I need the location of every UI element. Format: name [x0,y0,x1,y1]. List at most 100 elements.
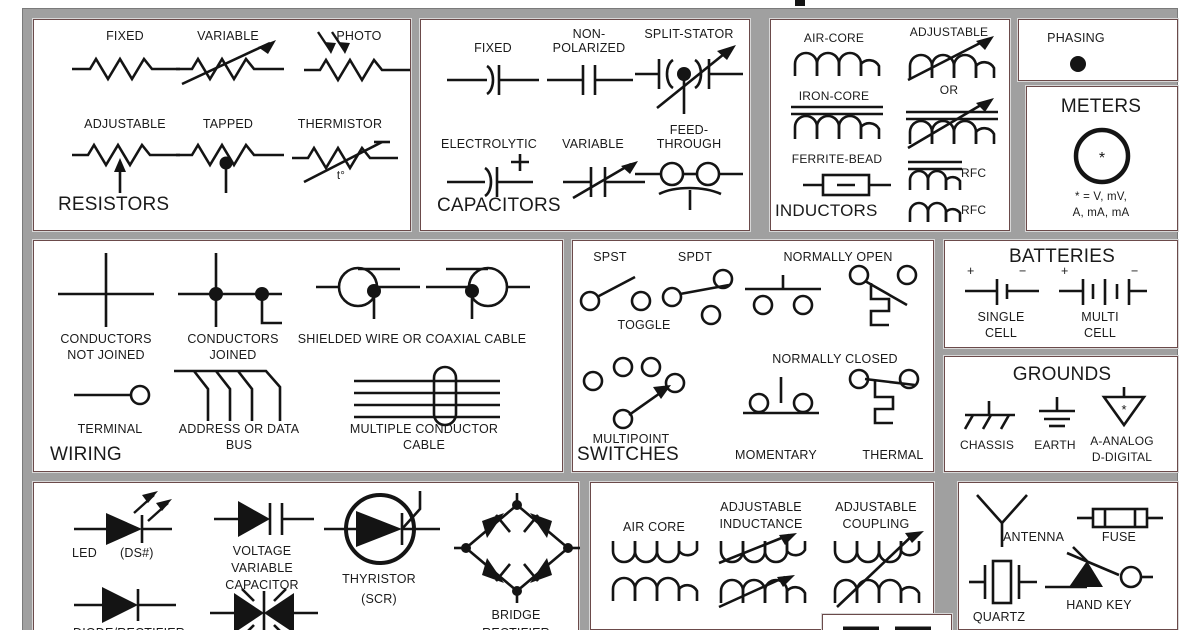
section-title-wiring: WIRING [50,444,122,465]
switch-multipoint-icon [582,353,687,433]
ground-label-digital: D-DIGITAL [1091,450,1153,464]
misc-label-fuse: FUSE [1101,530,1137,544]
resistor-photo-icon [302,30,414,86]
rfc-air-core-icon [908,200,962,224]
varactor-label-l2: VARIABLE [231,561,293,575]
battery-single-plus: + [967,264,975,278]
schematic-symbols-chart: FIXED VARIABLE PHOTO ADJUSTABLE TAPPED T… [0,0,1200,630]
panel-nested-bottom [821,613,953,630]
ferrite-bead-icon [801,172,893,198]
switch-label-spdt: SPDT [677,250,713,264]
capacitor-label-variable: VARIABLE [562,137,624,151]
battery-single-minus: − [1019,264,1027,278]
meter-legend-line2: A, mA, mA [1072,207,1130,219]
wiring-label-joined-l1: CONDUCTORS [187,332,279,346]
inductor-label-or: OR [939,83,959,97]
switch-spst-icon [579,273,655,313]
panel-semiconductors: LED (DS#) VOLTAGE VARIABLE CAPACITOR THY… [32,481,582,630]
svg-text:*: * [1099,150,1105,167]
panel-inductors: AIR-CORE ADJUSTABLE IRON-CORE OR FERRITE… [769,18,1011,232]
wiring-label-not-joined-l2: NOT JOINED [67,348,145,362]
wiring-label-terminal: TERMINAL [77,422,143,436]
resistor-label-fixed: FIXED [106,29,144,43]
thyristor-label-l2: (SCR) [361,592,397,606]
inductor-label-iron-core: IRON-CORE [798,89,870,103]
resistor-label-tapped: TAPPED [202,117,254,131]
svg-text:*: * [1121,402,1126,417]
fuse-icon [1075,505,1165,531]
panel-wiring: CONDUCTORS NOT JOINED CONDUCTORS JOINED … [32,239,564,473]
resistor-label-thermistor: THERMISTOR [297,117,383,131]
clipped-title-mark [795,0,805,6]
bridge-label-l1: BRIDGE [491,608,541,622]
switch-normally-open-icon [741,275,825,317]
meter-legend-line1: * = V, mV, [1075,191,1127,203]
capacitor-electrolytic-icon [445,154,541,200]
semiconductor-label-led: LED [72,546,97,560]
capacitor-label-feedthrough-l2: THROUGH [656,137,722,151]
switch-thermal-icon [845,367,923,443]
misc-label-hand-key: HAND KEY [1066,598,1132,612]
transformer-label-adj-ind-l2: INDUCTANCE [719,517,803,531]
thyristor-scr-icon [322,489,444,567]
inductor-label-rfc-air: RFC [961,203,987,217]
panel-transformers: AIR CORE ADJUSTABLE INDUCTANCE ADJUSTABL… [589,481,935,630]
switch-label-thermal: THERMAL [862,448,924,462]
switch-label-spst: SPST [593,250,627,264]
resistor-label-adjustable: ADJUSTABLE [84,117,166,131]
resistor-zigzag-icon [70,53,182,85]
transformer-air-core-icon [609,541,701,603]
address-data-bus-icon [174,365,294,427]
ground-label-earth: EARTH [1034,438,1076,452]
wiring-label-multi-l2: CABLE [403,438,445,452]
panel-switches: SPST SPDT TOGGLE NORMALLY OPEN NORMALLY … [571,239,935,473]
antenna-icon [973,493,1031,549]
phasing-dot-icon [1068,54,1088,74]
battery-label-multi-l2: CELL [1083,326,1117,340]
transformer-label-adj-coup-l2: COUPLING [842,517,910,531]
panel-phasing: PHASING [1017,18,1179,82]
battery-multi-plus: + [1061,264,1069,278]
ground-analog-digital-icon: * [1101,387,1147,429]
battery-label-single-l2: CELL [984,326,1018,340]
section-title-grounds: GROUNDS [1012,364,1112,385]
battery-label-multi-l1: MULTI [1081,310,1119,324]
ground-label-analog: A-ANALOG [1090,434,1154,448]
thyristor-label-l1: THYRISTOR [342,572,416,586]
ground-earth-icon [1037,397,1077,431]
bridge-rectifier-icon [452,491,582,603]
inductor-adjustable-icon [906,34,1002,82]
battery-multi-minus: − [1131,264,1139,278]
transformer-adjustable-inductance-icon [717,533,817,609]
transformer-label-adj-ind-l1: ADJUSTABLE [720,500,802,514]
varactor-icon [212,497,316,541]
switch-label-momentary: MOMENTARY [735,448,817,462]
resistor-tapped-icon [174,141,286,197]
section-title-resistors: RESISTORS [58,194,170,215]
inductor-label-rfc-iron: RFC [961,166,987,180]
battery-single-cell-icon [963,279,1041,309]
section-title-inductors: INDUCTORS [775,201,878,220]
phasing-label: PHASING [1047,31,1105,45]
wiring-label-joined-l2: JOINED [209,348,257,362]
diode-rectifier-icon [72,583,182,627]
inductor-air-core-icon [791,48,883,78]
inductor-label-air-core: AIR-CORE [803,31,865,45]
led-icon [72,491,190,545]
capacitor-label-feedthrough-l1: FEED- [669,123,709,137]
misc-label-quartz: QUARTZ [972,610,1026,624]
battery-multi-cell-icon [1057,279,1149,309]
transformer-label-adj-coup-l1: ADJUSTABLE [835,500,917,514]
diac-icon [208,587,320,630]
capacitor-split-stator-icon [633,42,745,118]
section-title-switches: SWITCHES [577,444,679,465]
multiple-conductor-cable-icon [352,365,502,427]
switch-momentary-icon [739,377,823,425]
nested-bottom-symbol-icon [839,623,935,630]
wiring-label-bus-l2: BUS [225,438,253,452]
capacitor-label-nonpolarized-l1: NON- [572,27,606,41]
terminal-icon [72,383,158,407]
panel-resistors: FIXED VARIABLE PHOTO ADJUSTABLE TAPPED T… [32,18,414,232]
capacitor-label-nonpolarized-l2: POLARIZED [552,41,626,55]
ground-label-chassis: CHASSIS [959,438,1015,452]
